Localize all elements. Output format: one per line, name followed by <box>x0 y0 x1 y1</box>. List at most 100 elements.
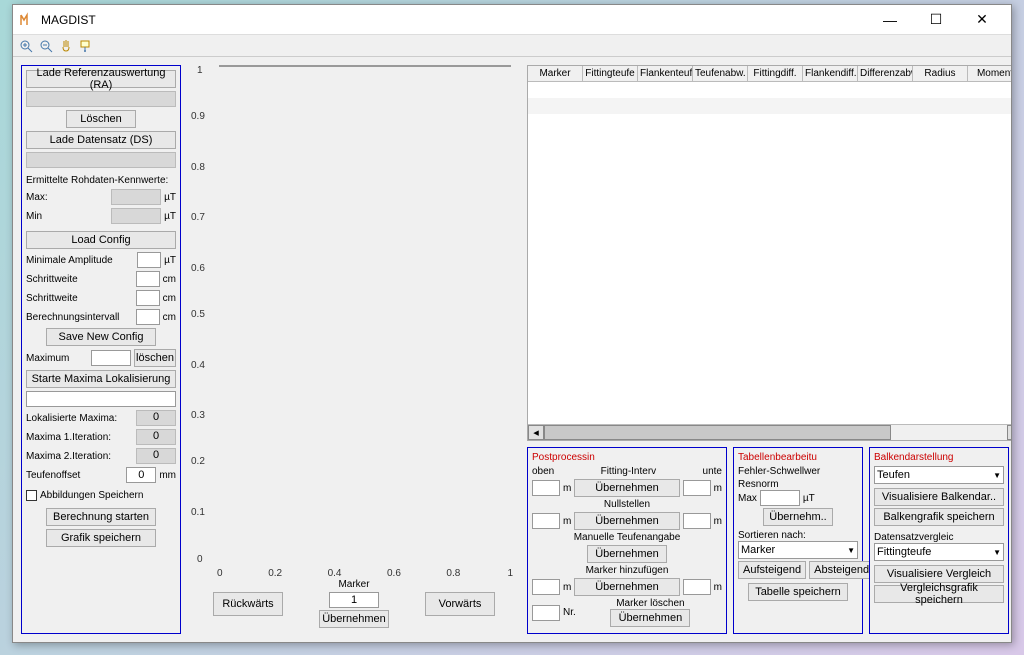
pan-icon[interactable] <box>57 37 75 55</box>
zoom-in-icon[interactable] <box>17 37 35 55</box>
table-save-button[interactable]: Tabelle speichern <box>748 583 848 601</box>
max-display <box>111 189 161 205</box>
manteufe-take-button[interactable]: Übernehmen <box>587 545 667 563</box>
window-title: MAGDIST <box>41 13 867 27</box>
null-take-button[interactable]: Übernehmen <box>574 512 679 530</box>
tabmax-input[interactable] <box>760 490 800 506</box>
maximum-input[interactable] <box>91 350 131 366</box>
markadd-take-button[interactable]: Übernehmen <box>574 578 679 596</box>
ut-unit: µT <box>164 192 176 203</box>
ytick: 0.1 <box>191 507 205 518</box>
table-column-header[interactable]: Fittingteufe <box>583 66 638 81</box>
table-column-header[interactable]: Radius <box>913 66 968 81</box>
ytick: 0 <box>197 554 203 565</box>
save-config-button[interactable]: Save New Config <box>46 328 156 346</box>
fitint-oben-input[interactable] <box>532 480 560 496</box>
markdel-nr-input[interactable] <box>532 605 560 621</box>
save-figs-checkbox[interactable] <box>26 490 37 501</box>
scroll-right-icon[interactable]: ▸ <box>1007 425 1011 440</box>
schritt2-input[interactable] <box>136 290 160 306</box>
markadd-oben-input[interactable] <box>532 579 560 595</box>
fehler-label: Fehler-Schwellwer <box>738 466 858 477</box>
load-config-button[interactable]: Load Config <box>26 231 176 249</box>
marker-label: Marker <box>338 579 369 590</box>
berechint-label: Berechnungsintervall <box>26 312 133 323</box>
save-bar-button[interactable]: Balkengrafik speichern <box>874 508 1004 526</box>
lokmax-display: 0 <box>136 410 176 426</box>
table-column-header[interactable]: Moment <box>968 66 1011 81</box>
maxit1-label: Maxima 1.Iteration: <box>26 432 133 443</box>
compare-select[interactable]: Fittingteufe▼ <box>874 543 1004 561</box>
fitint-unte-input[interactable] <box>683 480 711 496</box>
ut-unit: µT <box>803 493 815 504</box>
ytick: 1 <box>197 65 203 76</box>
maxit1-display: 0 <box>136 429 176 445</box>
load-ra-button[interactable]: Lade Referenzauswertung (RA) <box>26 70 176 88</box>
dsv-label: Datensatzvergleic <box>874 532 1004 543</box>
min-display <box>111 208 161 224</box>
table-column-header[interactable]: Teufenabw. <box>693 66 748 81</box>
maximum-delete-button[interactable]: löschen <box>134 349 176 367</box>
sort-desc-button[interactable]: Absteigend <box>809 561 874 579</box>
marker-take-button[interactable]: Übernehmen <box>319 610 389 628</box>
xtick: 0 <box>217 568 223 579</box>
start-calc-button[interactable]: Berechnung starten <box>46 508 156 526</box>
table-column-header[interactable]: Flankenteufe <box>638 66 693 81</box>
nr-unit: Nr. <box>563 607 576 618</box>
marker-input[interactable] <box>329 592 379 608</box>
visualize-bar-button[interactable]: Visualisiere Balkendar.. <box>874 488 1004 506</box>
markadd-unte-input[interactable] <box>683 579 711 595</box>
rawvals-label: Ermittelte Rohdaten-Kennwerte: <box>26 175 176 186</box>
data-table: MarkerFittingteufeFlankenteufeTeufenabw.… <box>527 65 1011 441</box>
sort-select[interactable]: Marker▼ <box>738 541 858 559</box>
save-compare-button[interactable]: Vergleichsgrafik speichern <box>874 585 1004 603</box>
app-window: MAGDIST — ☐ ✕ Lade Referenzauswertung (R… <box>12 4 1012 643</box>
sort-asc-button[interactable]: Aufsteigend <box>738 561 806 579</box>
delete-button[interactable]: Löschen <box>66 110 136 128</box>
zoom-out-icon[interactable] <box>37 37 55 55</box>
null-unte-input[interactable] <box>683 513 711 529</box>
ytick: 0.5 <box>191 309 205 320</box>
app-icon <box>19 12 35 28</box>
maxima-log-input[interactable] <box>26 391 176 407</box>
maximize-button[interactable]: ☐ <box>913 5 959 35</box>
teufenoffset-input[interactable] <box>126 467 156 483</box>
table-column-header[interactable]: Fittingdiff. <box>748 66 803 81</box>
left-panel: Lade Referenzauswertung (RA) Löschen Lad… <box>21 65 181 634</box>
scroll-thumb[interactable] <box>544 425 891 440</box>
scroll-left-icon[interactable]: ◂ <box>528 425 544 440</box>
table-column-header[interactable]: Flankendiff. <box>803 66 858 81</box>
minamp-label: Minimale Amplitude <box>26 255 134 266</box>
load-ds-button[interactable]: Lade Datensatz (DS) <box>26 131 176 149</box>
berechint-input[interactable] <box>136 309 160 325</box>
tab-take-button[interactable]: Übernehm.. <box>763 508 833 526</box>
fitint-label: Fitting-Interv <box>557 466 699 477</box>
visualize-compare-button[interactable]: Visualisiere Vergleich <box>874 565 1004 583</box>
start-maxima-button[interactable]: Starte Maxima Lokalisierung <box>26 370 176 388</box>
save-graphic-button[interactable]: Grafik speichern <box>46 529 156 547</box>
table-column-header[interactable]: Marker <box>528 66 583 81</box>
bar-select[interactable]: Teufen▼ <box>874 466 1004 484</box>
markdel-take-button[interactable]: Übernehmen <box>610 609 690 627</box>
null-oben-input[interactable] <box>532 513 560 529</box>
cm-unit: cm <box>163 274 176 285</box>
m-unit: m <box>563 483 571 494</box>
ytick: 0.4 <box>191 360 205 371</box>
ytick: 0.6 <box>191 263 205 274</box>
schritt2-label: Schrittweite <box>26 293 133 304</box>
minimize-button[interactable]: — <box>867 5 913 35</box>
minamp-input[interactable] <box>137 252 161 268</box>
close-button[interactable]: ✕ <box>959 5 1005 35</box>
axes[interactable] <box>219 65 511 67</box>
table-column-header[interactable]: Differenzabw. <box>858 66 913 81</box>
xtick: 0.8 <box>446 568 460 579</box>
back-button[interactable]: Rückwärts <box>213 592 283 616</box>
cm-unit: cm <box>163 312 176 323</box>
cm-unit: cm <box>163 293 176 304</box>
schritt1-input[interactable] <box>136 271 160 287</box>
forward-button[interactable]: Vorwärts <box>425 592 495 616</box>
hscrollbar[interactable]: ◂ ▸ <box>528 424 1011 440</box>
balk-title: Balkendarstellung <box>874 452 1004 463</box>
datacursor-icon[interactable] <box>77 37 95 55</box>
fitint-take-button[interactable]: Übernehmen <box>574 479 679 497</box>
